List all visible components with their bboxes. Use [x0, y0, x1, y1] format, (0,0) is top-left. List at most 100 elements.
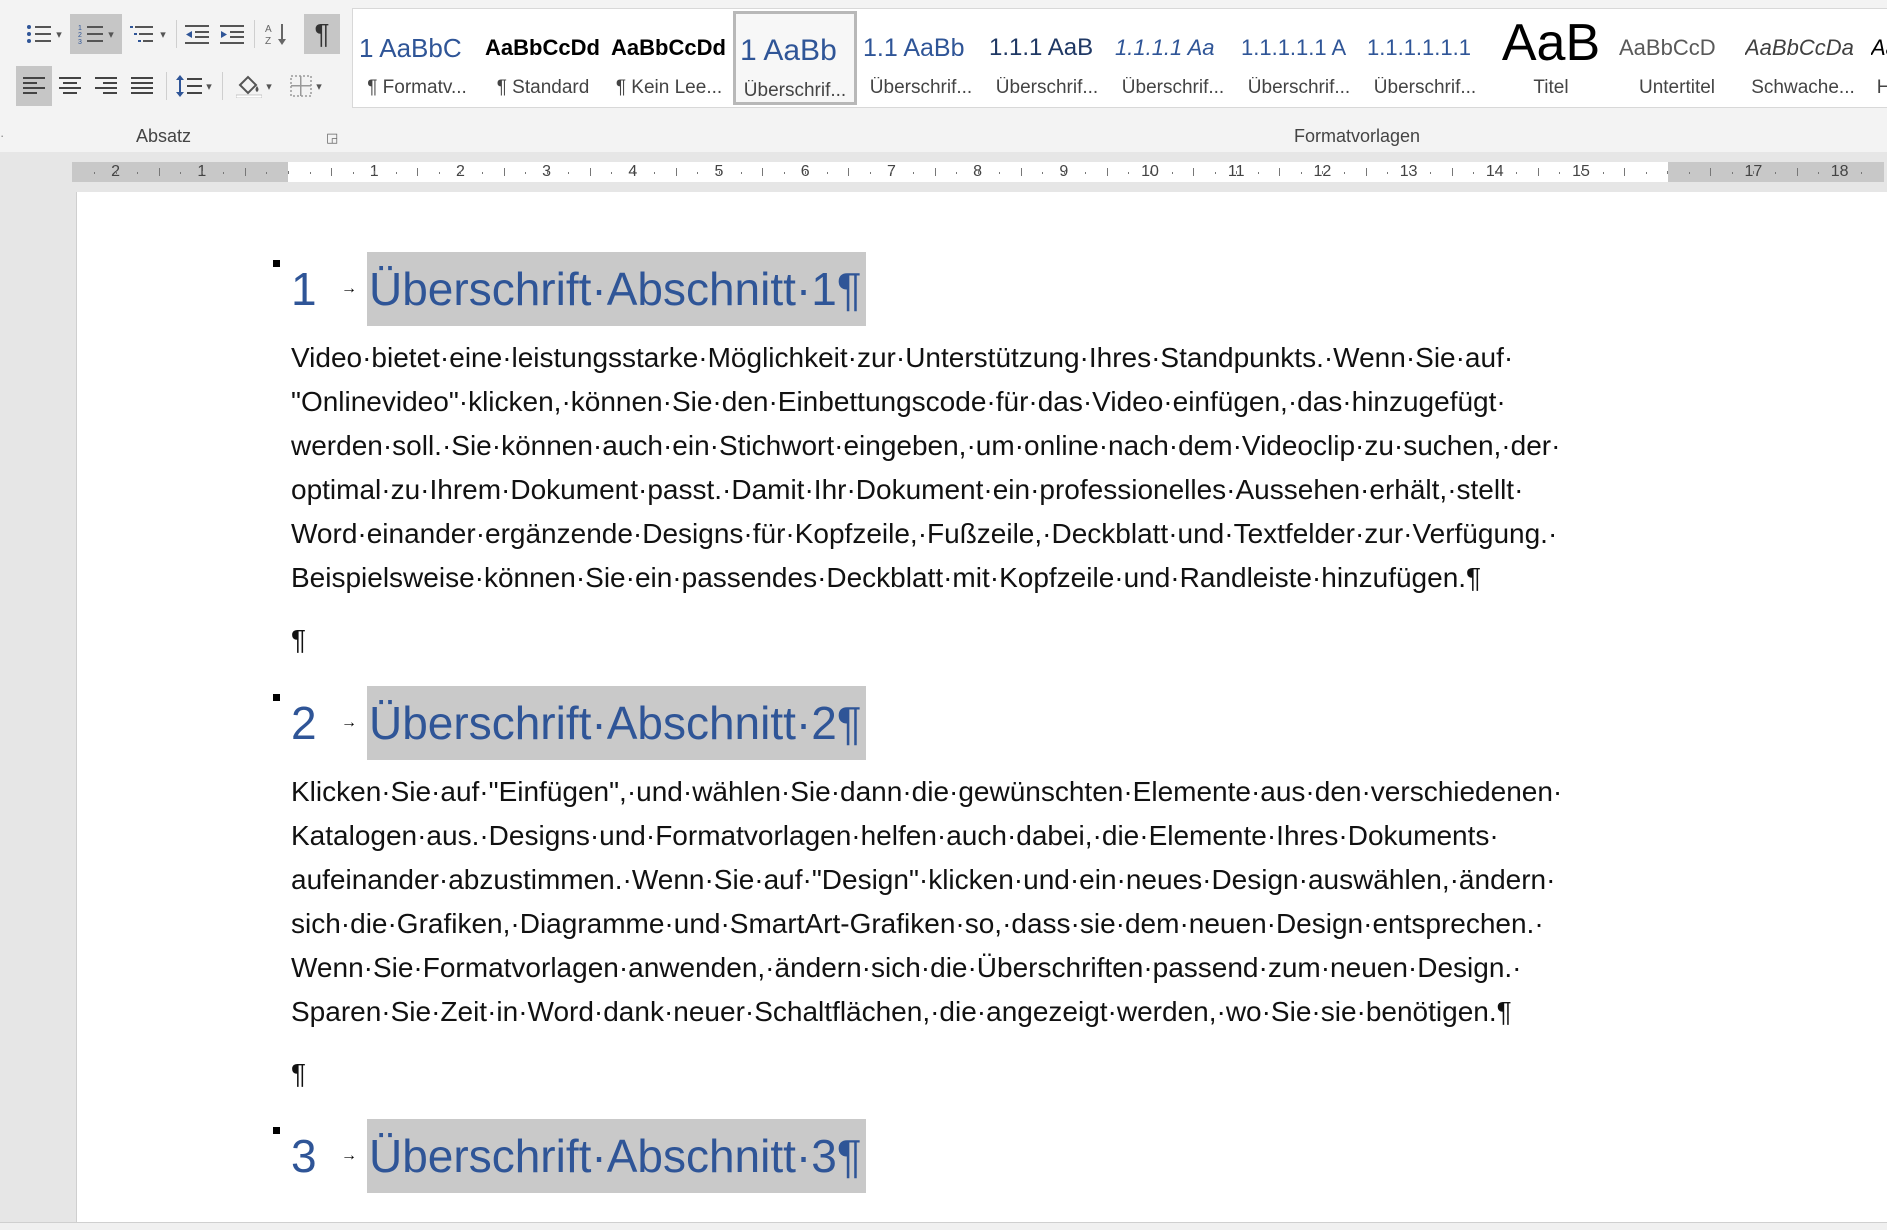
- ruler-tick: [934, 168, 936, 176]
- svg-text:2: 2: [78, 32, 82, 39]
- style-tile[interactable]: 1.1.1.1 Aa Überschrif...: [1111, 11, 1235, 105]
- ruler-tick: [654, 172, 656, 174]
- heading-3[interactable]: 3 → Überschrift·Abschnitt·3¶: [273, 1117, 866, 1195]
- style-tile[interactable]: 1 AaBb Überschrif...: [733, 11, 857, 105]
- svg-text:Z: Z: [265, 36, 271, 46]
- align-left-button[interactable]: [16, 66, 52, 106]
- sort-button[interactable]: AZ: [260, 14, 294, 54]
- body-text-line: werden·soll.·Sie·können·auch·ein·Stichwo…: [291, 430, 1561, 461]
- numbering-button[interactable]: 123 ▾: [70, 14, 122, 54]
- ruler-tick: [180, 172, 182, 174]
- separator: [176, 20, 177, 48]
- heading-1[interactable]: 1 → Überschrift·Abschnitt·1¶: [273, 250, 866, 328]
- style-preview: AaBbCcDd: [611, 35, 726, 60]
- justify-button[interactable]: [124, 66, 160, 106]
- line-spacing-button[interactable]: ▾: [172, 66, 216, 106]
- ruler-tick: [1193, 168, 1195, 176]
- heading-2[interactable]: 2 → Überschrift·Abschnitt·2¶: [273, 684, 866, 762]
- style-name: Untertitel: [1638, 77, 1716, 98]
- style-name: Überschrif...: [1121, 77, 1225, 98]
- ruler-tick: [266, 172, 268, 174]
- style-tile[interactable]: 1.1.1.1.1.1 Überschrif...: [1363, 11, 1487, 105]
- ruler-tick: [1042, 172, 1044, 174]
- style-name: Schwache...: [1751, 77, 1855, 98]
- ruler-tick: [869, 172, 871, 174]
- ruler-tick: [1516, 172, 1518, 174]
- justify-icon: [131, 77, 153, 94]
- decrease-indent-icon: [185, 25, 209, 44]
- ruler-tick: [201, 171, 203, 174]
- increase-indent-button[interactable]: [215, 14, 249, 54]
- style-tile[interactable]: AaB Titel: [1489, 11, 1613, 105]
- align-center-button[interactable]: [52, 66, 88, 106]
- style-name: Überschrif...: [1247, 77, 1351, 98]
- chevron-down-icon: ▾: [160, 28, 166, 41]
- heading-number: 1: [291, 263, 317, 315]
- style-preview: AaBbCcD: [1619, 35, 1716, 60]
- dialog-launcher-icon[interactable]: ◲: [326, 130, 338, 146]
- separator: [166, 72, 167, 100]
- decrease-indent-button[interactable]: [180, 14, 214, 54]
- line-spacing-icon: [176, 75, 203, 97]
- tab-arrow-icon: →: [341, 280, 357, 297]
- style-name: Titel: [1533, 77, 1569, 98]
- ruler-tick: [1624, 168, 1626, 176]
- style-preview: 1.1.1.1.1.1: [1367, 35, 1471, 60]
- ruler-tick: [589, 168, 591, 176]
- ruler-tick: [288, 171, 289, 174]
- ruler-tick: [115, 171, 117, 174]
- sort-icon: AZ: [265, 24, 286, 46]
- pilcrow-icon: ¶: [314, 18, 330, 49]
- ruler-tick: [632, 171, 634, 174]
- style-tile[interactable]: AaBbCcDa Hervorheb...: [1867, 11, 1887, 105]
- ribbon: ▾ 123 ▾ ▾ AZ ¶ ▾ ▾ ▾ Absatz ◲ · 1 AaBbC …: [0, 0, 1887, 153]
- style-tile[interactable]: AaBbCcDd ¶ Kein Lee...: [607, 11, 731, 105]
- style-tile[interactable]: AaBbCcDd ¶ Standard: [481, 11, 605, 105]
- style-preview: AaB: [1501, 14, 1601, 72]
- show-formatting-button[interactable]: ¶: [304, 14, 340, 54]
- body-text-line: Katalogen·aus.·Designs·und·Formatvorlage…: [291, 820, 1499, 851]
- body-text-line: Klicken·Sie·auf·"Einfügen",·und·wählen·S…: [291, 776, 1563, 807]
- align-center-icon: [59, 77, 81, 94]
- style-name: Überschrif...: [869, 77, 973, 98]
- ruler-tick: [503, 168, 505, 176]
- chevron-down-icon: ▾: [266, 80, 272, 93]
- ruler-tick: [1559, 172, 1561, 174]
- ruler-tick: [675, 168, 677, 176]
- style-tile[interactable]: AaBbCcD Untertitel: [1615, 11, 1739, 105]
- ruler-tick: [912, 172, 914, 174]
- ruler-tick: [481, 172, 483, 174]
- ruler-tick: [762, 168, 764, 176]
- horizontal-ruler[interactable]: 211234567891011121314151718: [0, 152, 1887, 346]
- style-tile[interactable]: AaBbCcDa Schwache...: [1741, 11, 1865, 105]
- body-text-line: Beispielsweise·können·Sie·ein·passendes·…: [291, 562, 1482, 593]
- style-preview: AaBbCcDa: [1871, 35, 1887, 60]
- ruler-tick: [1387, 172, 1389, 174]
- borders-button[interactable]: ▾: [282, 66, 330, 106]
- style-tile[interactable]: 1.1.1 AaB Überschrif...: [985, 11, 1109, 105]
- ruler-tick: [891, 171, 893, 174]
- multilevel-list-button[interactable]: ▾: [124, 14, 172, 54]
- style-tile[interactable]: 1.1 AaBb Überschrif...: [859, 11, 983, 105]
- ruler-tick: [331, 168, 333, 176]
- align-right-button[interactable]: [88, 66, 124, 106]
- ruler-tick: [1322, 171, 1324, 174]
- style-name: Überschrif...: [743, 80, 847, 101]
- style-tile[interactable]: 1.1.1.1.1 A Überschrif...: [1237, 11, 1361, 105]
- ruler-tick: [848, 168, 850, 176]
- document-page[interactable]: 1 → Überschrift·Abschnitt·1¶ Video·bietet·e…: [76, 192, 1887, 1225]
- paragraph-mark-icon: [273, 694, 280, 701]
- ruler-tick: [94, 172, 96, 174]
- style-tile[interactable]: 1 AaBbC ¶ Formatv...: [355, 11, 479, 105]
- ruler-tick: [438, 172, 440, 174]
- multilevel-list-icon: [130, 26, 154, 42]
- tab-arrow-icon: →: [341, 1147, 357, 1164]
- ruler-tick: [1537, 168, 1539, 176]
- svg-text:3: 3: [78, 39, 82, 45]
- shading-button[interactable]: ▾: [230, 66, 278, 106]
- bullets-button[interactable]: ▾: [18, 14, 70, 54]
- ruler-tick: [1710, 168, 1712, 176]
- style-preview: 1 AaBb: [740, 34, 837, 67]
- ruler-tick: [395, 172, 397, 174]
- ruler-tick: [525, 172, 527, 174]
